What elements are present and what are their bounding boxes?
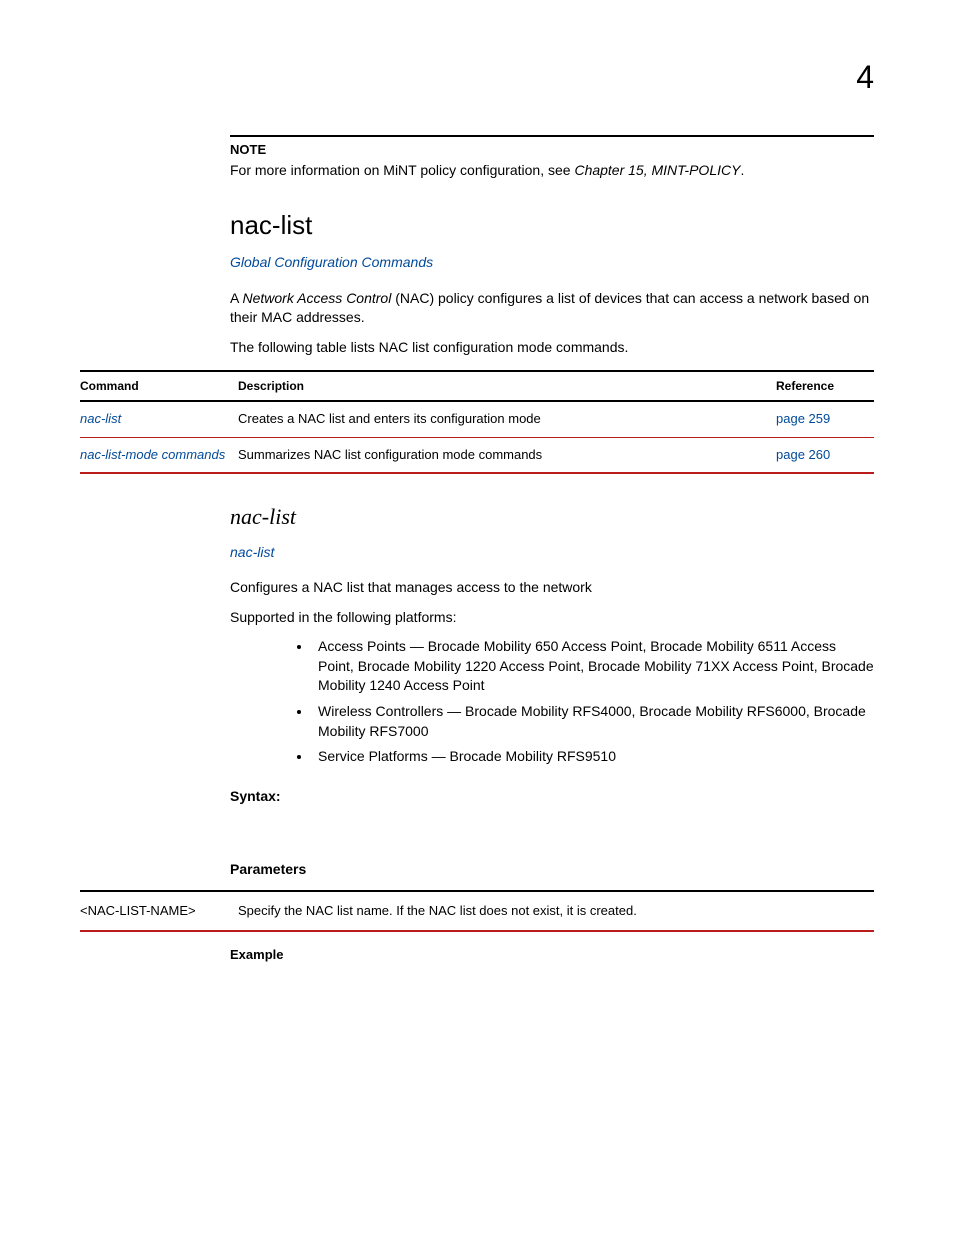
intro-paragraph: A Network Access Control (NAC) policy co… xyxy=(230,289,874,328)
note-label: NOTE xyxy=(230,141,874,159)
example-label: Example xyxy=(230,946,874,964)
list-item: Service Platforms — Brocade Mobility RFS… xyxy=(312,747,874,767)
section-title: nac-list xyxy=(230,207,874,243)
note-italic: Chapter 15, MINT-POLICY xyxy=(574,162,740,178)
note-prefix: For more information on MiNT policy conf… xyxy=(230,162,574,178)
syntax-label: Syntax: xyxy=(230,787,874,807)
th-command: Command xyxy=(80,371,238,402)
list-item: Wireless Controllers — Brocade Mobility … xyxy=(312,702,874,741)
command-link[interactable]: nac-list-mode commands xyxy=(80,447,225,462)
note-rule xyxy=(230,135,874,137)
parameters-label: Parameters xyxy=(230,860,874,880)
supported-label: Supported in the following platforms: xyxy=(230,608,874,628)
table-intro: The following table lists NAC list confi… xyxy=(230,338,874,358)
table-row: nac-list-mode commands Summarizes NAC li… xyxy=(80,437,874,473)
param-desc: Specify the NAC list name. If the NAC li… xyxy=(238,891,874,931)
page: 4 NOTE For more information on MiNT poli… xyxy=(0,0,954,1235)
command-desc: Creates a NAC list and enters its config… xyxy=(238,401,776,437)
list-item: Access Points — Brocade Mobility 650 Acc… xyxy=(312,637,874,696)
subsection-title: nac-list xyxy=(230,502,874,533)
param-name: <NAC-LIST-NAME> xyxy=(80,891,238,931)
breadcrumb-link[interactable]: Global Configuration Commands xyxy=(230,253,433,273)
table-row: nac-list Creates a NAC list and enters i… xyxy=(80,401,874,437)
reference-link[interactable]: page 260 xyxy=(776,447,830,462)
command-table: Command Description Reference nac-list C… xyxy=(80,370,874,474)
subsection-breadcrumb[interactable]: nac-list xyxy=(230,543,274,563)
note-text: For more information on MiNT policy conf… xyxy=(230,161,874,181)
intro-italic: Network Access Control xyxy=(242,290,391,306)
note-suffix: . xyxy=(740,162,744,178)
chapter-number: 4 xyxy=(856,55,874,100)
subsection-desc: Configures a NAC list that manages acces… xyxy=(230,578,874,598)
table-row: <NAC-LIST-NAME> Specify the NAC list nam… xyxy=(80,891,874,931)
th-description: Description xyxy=(238,371,776,402)
intro-prefix: A xyxy=(230,290,242,306)
spacer xyxy=(230,812,874,840)
command-link[interactable]: nac-list xyxy=(80,411,121,426)
parameter-table: <NAC-LIST-NAME> Specify the NAC list nam… xyxy=(80,890,874,932)
reference-link[interactable]: page 259 xyxy=(776,411,830,426)
table-header-row: Command Description Reference xyxy=(80,371,874,402)
platform-list: Access Points — Brocade Mobility 650 Acc… xyxy=(230,637,874,767)
command-desc: Summarizes NAC list configuration mode c… xyxy=(238,437,776,473)
th-reference: Reference xyxy=(776,371,874,402)
content-area: NOTE For more information on MiNT policy… xyxy=(230,135,874,964)
